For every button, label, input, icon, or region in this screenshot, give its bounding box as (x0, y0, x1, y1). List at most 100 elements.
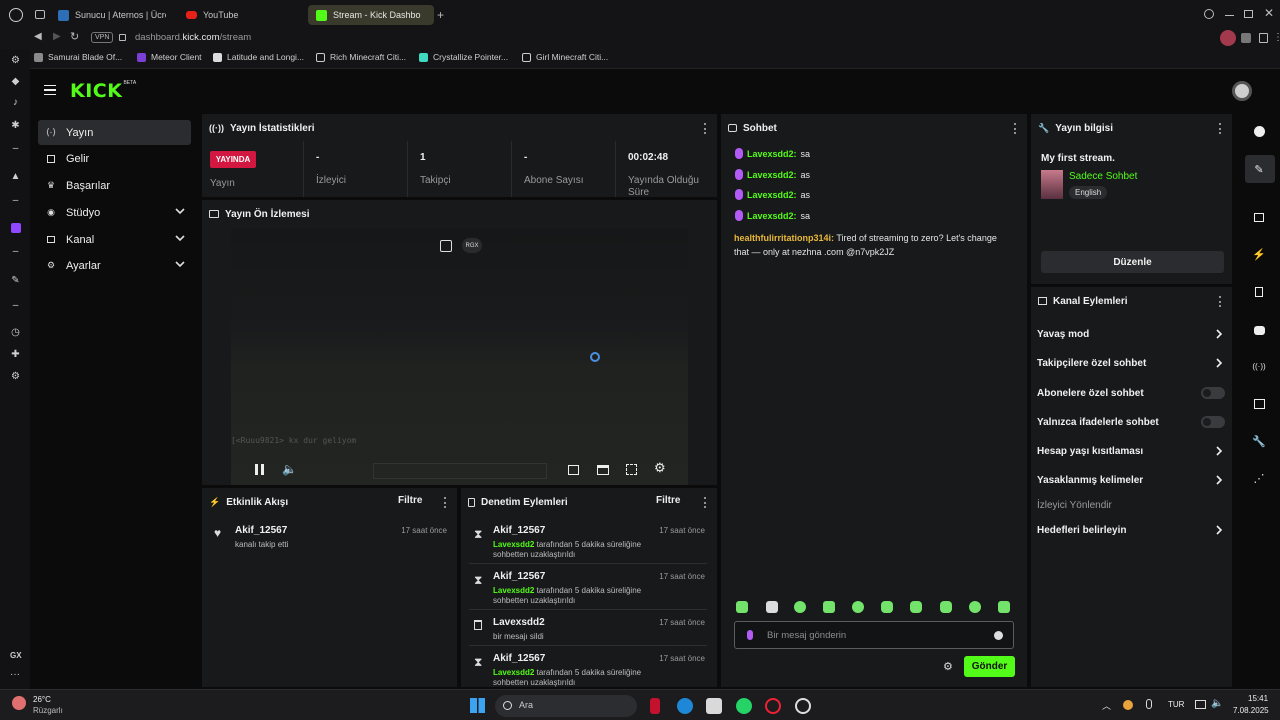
bookmark-crystallize[interactable]: Crystallize Pointer... (419, 52, 508, 62)
minimize-icon[interactable] (1225, 15, 1234, 17)
emote-icon[interactable] (881, 601, 893, 613)
menu-icon[interactable] (1259, 33, 1268, 43)
emote-icon[interactable] (910, 601, 922, 613)
windows-start-icon[interactable] (470, 698, 485, 713)
settings-gear-icon[interactable]: ⚙ (654, 460, 666, 476)
bookmark-samurai[interactable]: Samurai Blade Of... (34, 52, 122, 62)
action-banned-words[interactable]: Yasaklanmış kelimeler (1037, 472, 1227, 488)
more-icon[interactable]: ⋮ (1273, 32, 1280, 43)
bookmark-rich-minecraft[interactable]: Rich Minecraft Citi... (316, 52, 406, 62)
stream-info-menu-icon[interactable] (1219, 123, 1222, 134)
info-icon[interactable] (1252, 124, 1266, 138)
channel-actions-menu-icon[interactable] (1219, 296, 1222, 307)
gx-corner-icon[interactable]: ◆ (9, 75, 22, 88)
emote-icon[interactable] (766, 601, 778, 613)
chat-menu-icon[interactable] (1014, 123, 1017, 134)
reload-icon[interactable]: ↻ (70, 30, 79, 43)
url-field[interactable]: dashboard.kick.com/stream (135, 32, 251, 43)
extensions-side-icon[interactable]: ✚ (9, 348, 22, 361)
emote-only-toggle[interactable] (1201, 416, 1225, 428)
chat-rail-icon[interactable] (1252, 323, 1266, 337)
profile-avatar[interactable] (1220, 30, 1236, 46)
language-indicator[interactable]: TUR (1168, 700, 1184, 709)
action-set-goals[interactable]: Hedefleri belirleyin (1037, 522, 1227, 538)
bookmark-latitude[interactable]: Latitude and Longi... (213, 52, 304, 62)
speaker-icon[interactable]: 🔈 (1211, 698, 1223, 709)
action-account-age[interactable]: Hesap yaşı kısıtlaması (1037, 443, 1227, 459)
vpn-badge[interactable]: VPN (91, 32, 114, 43)
emote-icon[interactable] (794, 601, 806, 613)
mic-tray-icon[interactable] (1146, 699, 1152, 709)
emote-icon[interactable] (969, 601, 981, 613)
activity-filter-button[interactable]: Filtre (398, 495, 422, 506)
maximize-icon[interactable] (1244, 10, 1253, 18)
nav-item-ayarlar[interactable]: ⚙ Ayarlar (38, 253, 191, 278)
opera-gx-taskbar-icon[interactable] (650, 698, 660, 714)
edit-button[interactable]: Düzenle (1041, 251, 1224, 273)
opera-icon[interactable] (765, 698, 781, 714)
share-icon[interactable]: ⋰ (1252, 471, 1266, 485)
tab-youtube[interactable]: YouTube (178, 5, 302, 25)
nav-item-kanal[interactable]: Kanal (38, 227, 191, 252)
whatsapp-icon[interactable] (736, 698, 752, 714)
subscribers-only-toggle[interactable] (1201, 387, 1225, 399)
emote-icon[interactable] (823, 601, 835, 613)
player-icon[interactable]: ♪ (9, 96, 22, 109)
settings-side-icon[interactable]: ⚙ (9, 370, 22, 383)
theater-mode-icon[interactable] (597, 465, 609, 475)
emote-icon[interactable] (998, 601, 1010, 613)
store-icon[interactable] (706, 698, 722, 714)
gx-control-icon[interactable]: ⚙ (9, 54, 22, 67)
channel-rail-icon[interactable] (1252, 397, 1266, 411)
pause-icon[interactable] (255, 464, 264, 475)
brush-icon[interactable]: ✎ (9, 274, 22, 287)
network-icon[interactable] (1195, 700, 1206, 709)
nav-item-basarilar[interactable]: ♛ Başarılar (38, 173, 191, 198)
bookmark-meteor[interactable]: Meteor Client (137, 52, 202, 62)
kick-logo[interactable]: KICKBETA (70, 80, 136, 102)
action-slow-mode[interactable]: Yavaş mod (1037, 326, 1227, 342)
taskbar-search[interactable]: Ara (495, 695, 637, 717)
tray-app-icon[interactable] (1123, 700, 1133, 710)
emote-icon[interactable] (852, 601, 864, 613)
nav-item-gelir[interactable]: Gelir (38, 146, 191, 171)
fullscreen-icon[interactable] (626, 464, 637, 475)
picture-in-picture-icon[interactable] (568, 465, 579, 475)
weather-icon[interactable] (12, 696, 26, 710)
popout-icon[interactable] (440, 240, 452, 252)
chat-settings-icon[interactable]: ⚙ (943, 660, 953, 673)
twitch-icon[interactable] (9, 221, 22, 234)
opera-gx-logo-icon[interactable] (9, 8, 23, 22)
broadcast-rail-icon[interactable]: ((·)) (1252, 359, 1266, 373)
user-avatar[interactable] (1232, 81, 1252, 101)
lightning-rail-icon[interactable]: ⚡ (1252, 247, 1266, 261)
bookmark-girl-minecraft[interactable]: Girl Minecraft Citi... (522, 52, 608, 62)
clock-date[interactable]: 7.08.2025 (1233, 706, 1269, 715)
tab-aternos[interactable]: Sunucu | Aternos | Ücreta (50, 5, 174, 25)
action-followers-only[interactable]: Takipçilere özel sohbet (1037, 355, 1227, 371)
activity-menu-icon[interactable] (444, 497, 447, 508)
extensions-icon[interactable] (1241, 33, 1251, 43)
stream-preview-video[interactable]: RGX [<Ruuu9821> kx dur geliyom 🔈 ⚙ (231, 228, 688, 485)
camera-icon[interactable] (1252, 210, 1266, 224)
opera-gx-icon[interactable] (795, 698, 811, 714)
nav-item-yayin[interactable]: ⟨·⟩ Yayın (38, 120, 191, 145)
volume-icon[interactable]: 🔈 (282, 462, 297, 476)
moderation-menu-icon[interactable] (704, 497, 707, 508)
pencil-icon[interactable]: ✎ (1252, 162, 1266, 176)
new-tab-button[interactable]: + (437, 8, 444, 22)
weather-temp[interactable]: 26°C (33, 695, 51, 704)
tray-chevron-up-icon[interactable]: ︿ (1102, 699, 1111, 712)
artstation-icon[interactable]: ▲ (9, 170, 22, 183)
tab-overview-icon[interactable] (35, 10, 45, 19)
history-icon[interactable]: ◷ (9, 326, 22, 339)
edge-icon[interactable] (677, 698, 693, 714)
gx-cleaner-icon[interactable]: ✱ (9, 119, 22, 132)
emote-icon[interactable] (736, 601, 748, 613)
more-sidebar-icon[interactable]: ··· (10, 669, 20, 680)
category-link[interactable]: Sadece Sohbet (1069, 171, 1137, 182)
back-icon[interactable]: ◀ (34, 31, 42, 42)
send-button[interactable]: Gönder (964, 656, 1015, 677)
chat-input[interactable]: Bir mesaj gönderin (734, 621, 1014, 649)
moderation-filter-button[interactable]: Filtre (656, 495, 680, 506)
